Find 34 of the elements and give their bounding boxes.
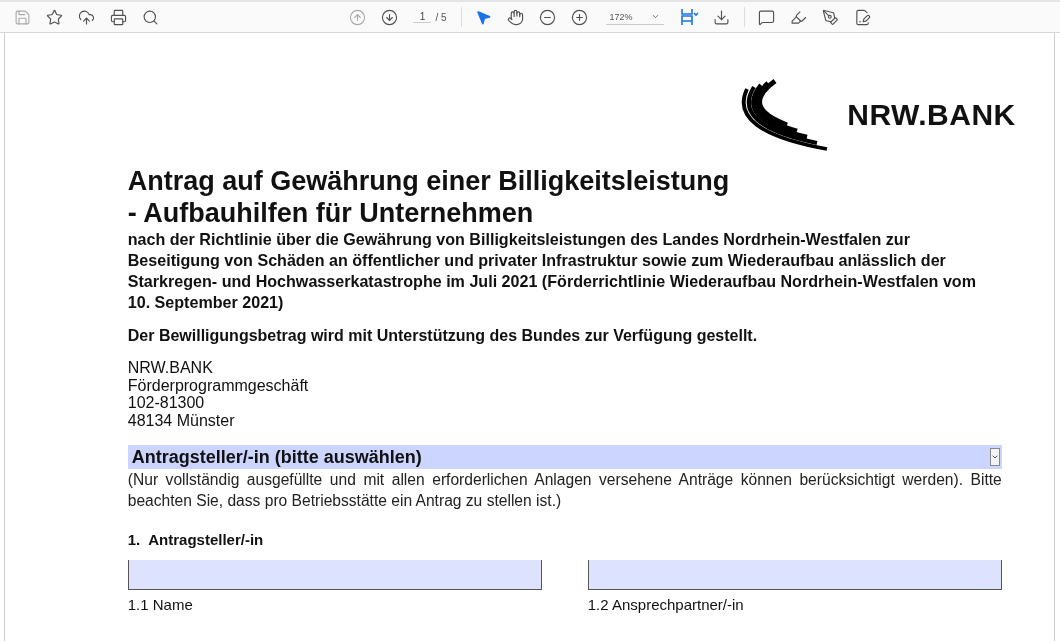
applicant-dropdown[interactable]: Antragsteller/-in (bitte auswählen)	[127, 445, 1002, 469]
address-line: NRW.BANK	[127, 359, 214, 377]
zoom-dropdown[interactable]: 172%	[605, 9, 664, 25]
address-line: Förderprogrammgeschäft	[127, 376, 310, 394]
field-label: 1.1 Name	[127, 596, 194, 613]
print-button[interactable]	[108, 7, 128, 27]
hand-tool-button[interactable]	[505, 7, 526, 27]
caret-icon	[650, 12, 660, 21]
address-line: 102-81300	[127, 394, 206, 412]
pen-button[interactable]	[820, 7, 841, 27]
download-button[interactable]	[711, 7, 732, 27]
input-field[interactable]	[587, 560, 1002, 590]
next-page-button[interactable]	[379, 7, 400, 27]
cloud-upload-button[interactable]	[76, 7, 96, 27]
bookmark-star-button[interactable]	[44, 7, 64, 27]
dropdown-button[interactable]	[989, 448, 1000, 466]
section-heading: Antragsteller/-in	[148, 531, 264, 548]
zoom-in-button[interactable]	[569, 7, 590, 27]
comment-button[interactable]	[756, 7, 777, 27]
page-number-field[interactable]: 1	[413, 11, 432, 23]
logo-text: NRW.BANK	[847, 98, 1016, 132]
document-title: Antrag auf Gewährung einer Billigkeitsleistung	[127, 165, 731, 197]
instructions-text: (Nur vollständig ausgefüllte und mit allen erforderlichen Anlagen versehene Anträge können berücksichtigt werden). Bitte beachten Sie, dass pro Betriebsstätte ein Antrag zu stellen ist.)	[127, 470, 1002, 511]
funding-note: Der Bewilligungsbetrag wird mit Unterstützung des Bundes zur Verfügung gestellt.	[127, 327, 759, 345]
address-line: 48134 Münster	[127, 411, 236, 429]
field-label: 1.2 Ansprechpartner/-in	[587, 596, 745, 613]
caret-icon	[990, 453, 999, 461]
page-total: / 5	[435, 11, 447, 23]
subtitle-text: nach der Richtlinie über die Gewährung von Billigkeitsleistungen des Landes Nordrhein-Westfalen zur Beseitigung von Schäden an öffentlicher und privater Infrastruktur sowie zum Wiederaufbau anlässlich der Starkregen- und Hochwasserkatastrophe im Juli 2021 (Förderrichtlinie Wiederaufbau Nordrhein-Westfalen vom 10. September 2021)	[127, 229, 977, 313]
section-number: 1.	[127, 531, 141, 548]
input-field[interactable]	[127, 560, 542, 590]
document-title: - Aufbauhilfen für Unternehmen	[127, 197, 535, 229]
zoom-out-button[interactable]	[537, 7, 558, 27]
fit-page-button[interactable]	[679, 7, 700, 27]
